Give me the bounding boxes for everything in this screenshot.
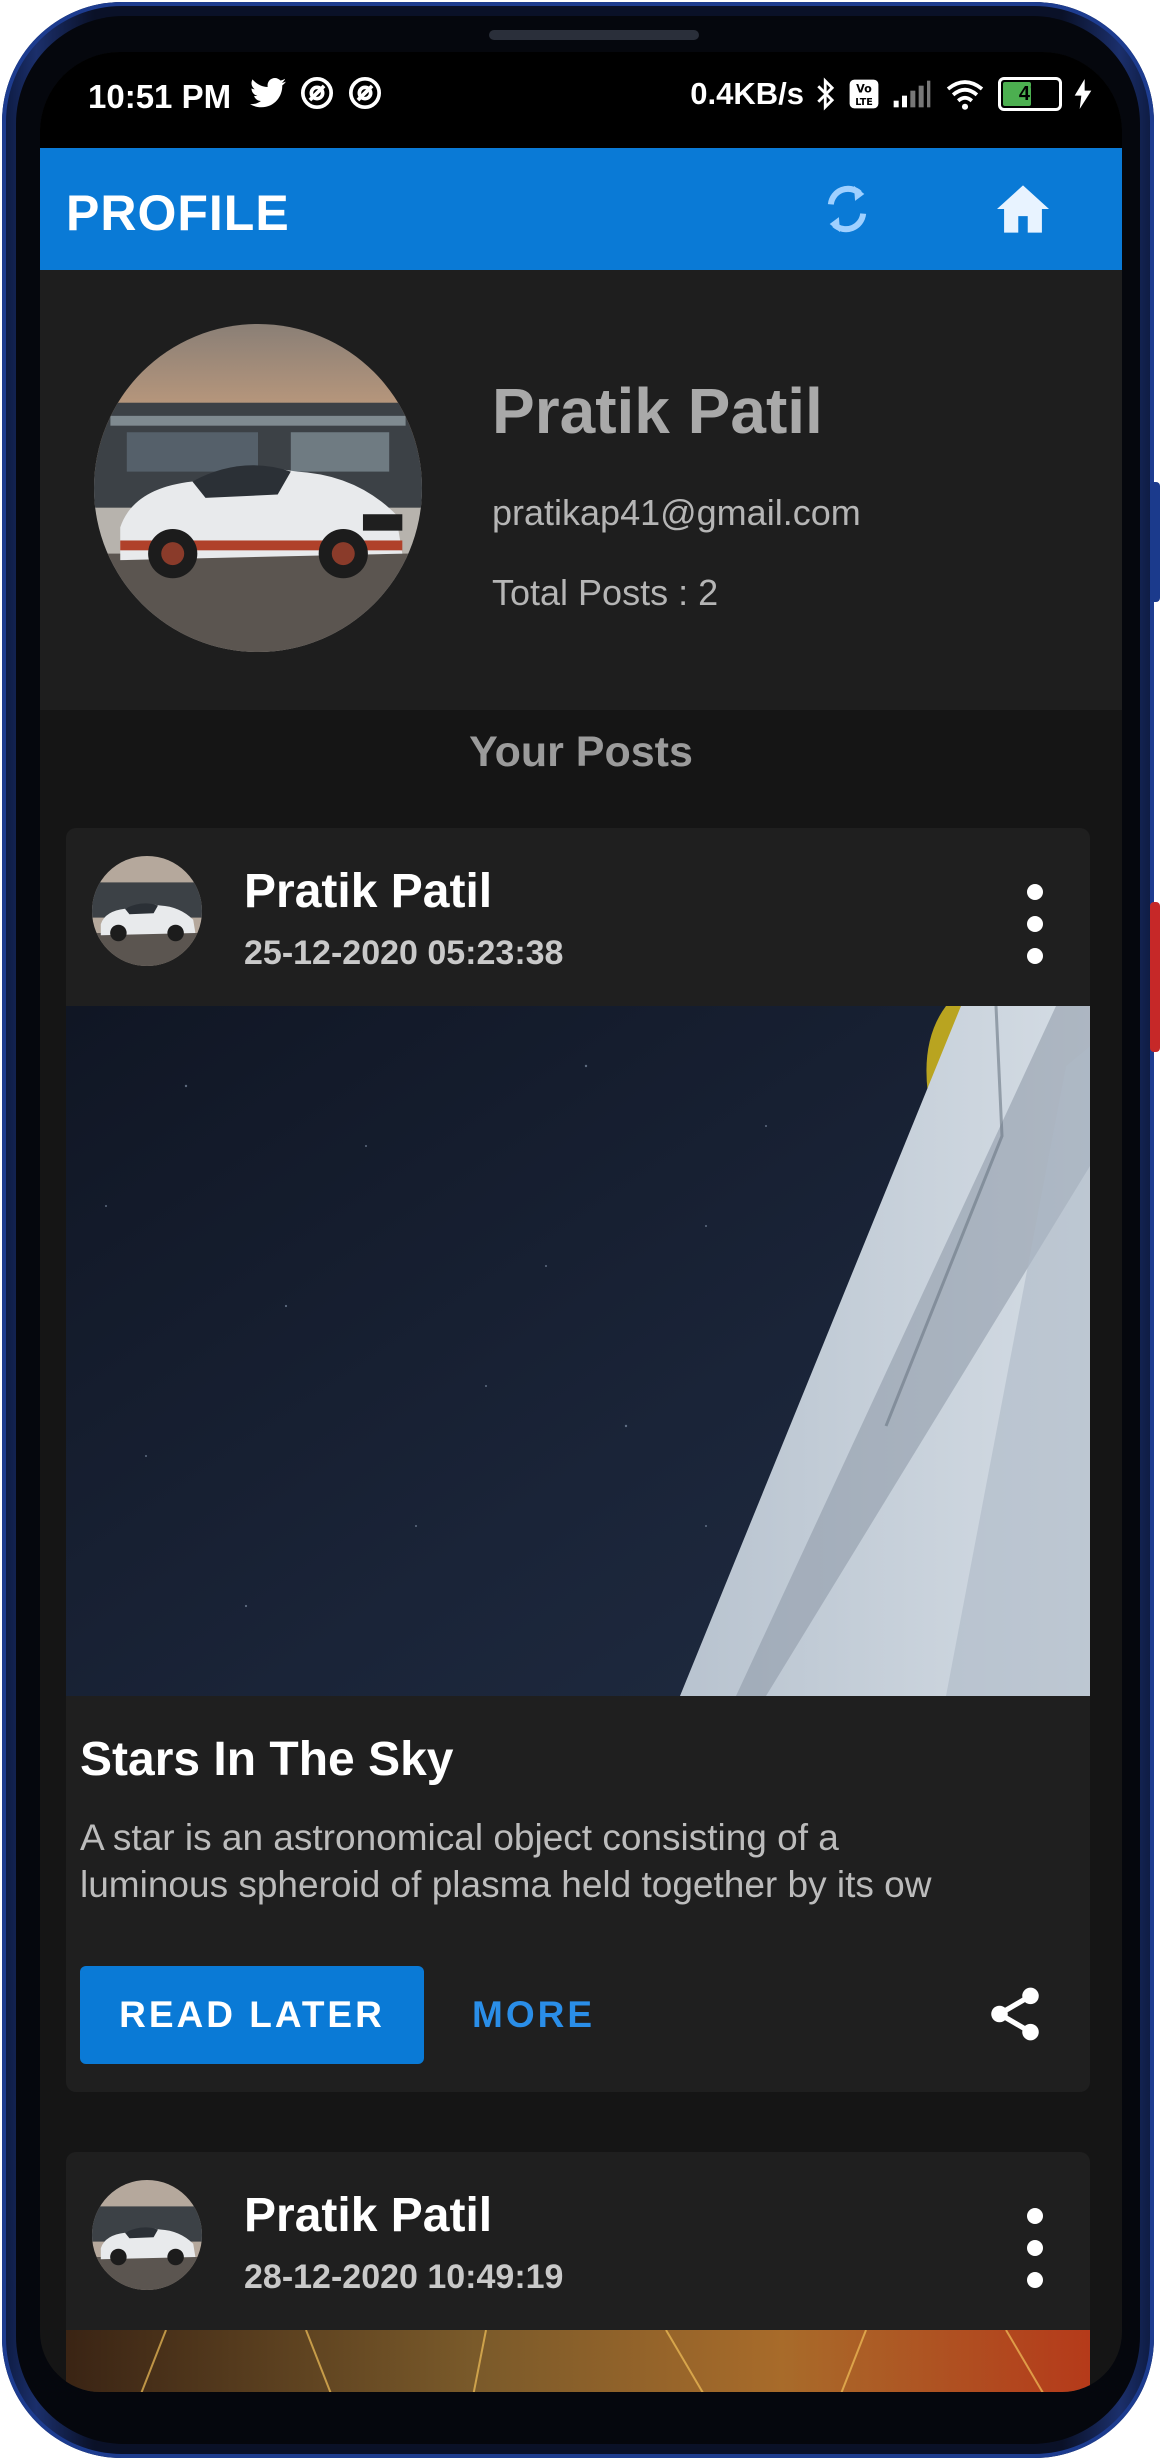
author-avatar[interactable] [92, 856, 202, 966]
battery-level: 47 [1018, 82, 1042, 105]
more-options-icon[interactable] [1020, 2208, 1050, 2288]
post-author: Pratik Patil [244, 2189, 493, 2242]
fireworks-photo [66, 2330, 1090, 2392]
home-icon [997, 185, 1049, 233]
share-icon [991, 1987, 1039, 2041]
post-date: 28-12-2020 10:49:19 [244, 2258, 564, 2296]
post-header: Pratik Patil 25-12-2020 05:23:38 [66, 828, 1090, 1006]
total-posts: Total Posts : 2 [492, 572, 719, 613]
at-sign-icon [300, 76, 334, 110]
car-photo [92, 856, 202, 966]
post-image[interactable] [66, 1006, 1090, 1696]
car-photo [94, 324, 422, 652]
post-card: Pratik Patil 28-12-2020 10:49:19 [66, 2152, 1090, 2392]
night-sky-photo [66, 1006, 1090, 1696]
profile-header: Pratik Patil pratikap41@gmail.com Total … [40, 270, 1122, 710]
post-header: Pratik Patil 28-12-2020 10:49:19 [66, 2152, 1090, 2330]
charging-icon [1074, 79, 1092, 109]
phone-frame: 10:51 PM 0.4KB/s Vo LTE 47 PROFILE Prati… [2, 2, 1160, 2458]
author-avatar[interactable] [92, 2180, 202, 2290]
signal-icon [893, 80, 931, 108]
car-photo [92, 2180, 202, 2290]
more-options-icon[interactable] [1020, 884, 1050, 964]
section-title: Your Posts [469, 728, 693, 776]
post-excerpt: A star is an astronomical object consist… [80, 1814, 1080, 1908]
post-excerpt-line: luminous spheroid of plasma held togethe… [80, 1864, 932, 1905]
refresh-icon [827, 185, 867, 233]
power-button [1150, 902, 1160, 1052]
bluetooth-icon [817, 77, 835, 111]
page-title: PROFILE [66, 185, 290, 241]
profile-email: pratikap41@gmail.com [492, 492, 861, 533]
post-card: Pratik Patil 25-12-2020 05:23:38 Stars I… [66, 828, 1090, 2092]
status-left-icons [250, 76, 382, 110]
svg-text:Vo: Vo [856, 82, 872, 95]
volume-button [1150, 482, 1160, 602]
net-speed: 0.4KB/s [690, 76, 804, 111]
home-button[interactable] [988, 174, 1058, 244]
post-date: 25-12-2020 05:23:38 [244, 934, 564, 972]
wifi-icon [946, 80, 984, 110]
app-bar: PROFILE [40, 148, 1122, 270]
profile-avatar[interactable] [94, 324, 422, 652]
status-bar: 10:51 PM 0.4KB/s Vo LTE 47 [40, 52, 1122, 148]
at-sign-icon [348, 76, 382, 110]
svg-text:LTE: LTE [855, 97, 873, 108]
refresh-button[interactable] [812, 174, 882, 244]
twitter-icon [250, 78, 286, 108]
share-button[interactable] [984, 1982, 1046, 2046]
status-right: 0.4KB/s Vo LTE 47 [690, 76, 1092, 112]
post-title: Stars In The Sky [80, 1733, 454, 1786]
read-later-button[interactable]: READ LATER [80, 1966, 424, 2064]
battery-icon: 47 [998, 77, 1062, 111]
profile-name: Pratik Patil [492, 375, 823, 447]
post-excerpt-line: A star is an astronomical object consist… [80, 1817, 839, 1858]
post-image[interactable] [66, 2330, 1090, 2392]
volte-icon: Vo LTE [849, 79, 879, 109]
earpiece-speaker [489, 30, 699, 40]
post-author: Pratik Patil [244, 865, 493, 918]
screen: 10:51 PM 0.4KB/s Vo LTE 47 PROFILE Prati… [40, 52, 1122, 2392]
status-time: 10:51 PM [88, 78, 232, 115]
more-button[interactable]: MORE [472, 1966, 595, 2064]
